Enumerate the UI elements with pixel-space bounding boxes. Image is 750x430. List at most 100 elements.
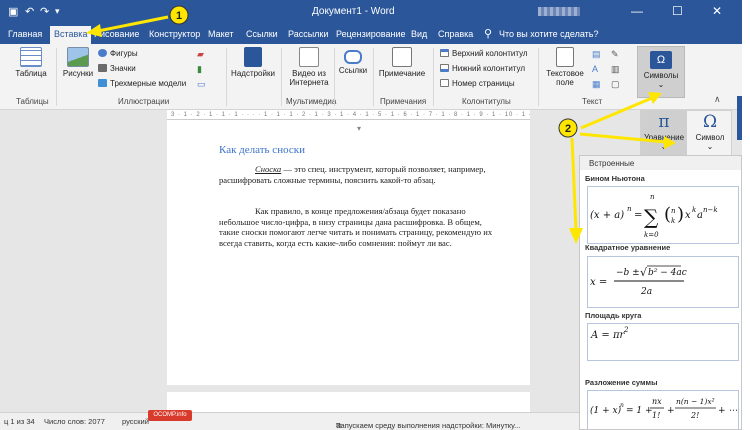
pictures-label: Рисунки xyxy=(62,69,94,78)
equation-button[interactable]: π Уравнение ⌄ xyxy=(641,111,687,155)
links-button[interactable]: Ссылки xyxy=(336,47,370,75)
svg-text:x: x xyxy=(685,210,691,221)
textbox-button[interactable]: Текстовое поле xyxy=(542,47,588,87)
online-video-label-2: Интернета xyxy=(289,78,329,87)
chart-icon[interactable]: ▮ xyxy=(197,64,202,75)
symbols-dropdown: π Уравнение ⌄ Ω Символ ⌄ xyxy=(640,110,732,156)
date-time-icon[interactable]: ▥ xyxy=(611,64,620,75)
video-icon xyxy=(299,47,319,67)
horizontal-ruler[interactable]: 3 · 1 · 2 · 1 · 1 · 1 · · · · 1 · 1 · 1 … xyxy=(167,110,530,120)
icons-button[interactable]: Значки xyxy=(98,64,136,73)
tab-help[interactable]: Справка xyxy=(438,29,473,39)
svg-text:+ ⋯: + ⋯ xyxy=(718,406,737,416)
gallery-item-label: Площадь круга xyxy=(585,311,642,320)
cursor-mark-icon: ▾ xyxy=(357,124,362,133)
annotation-marker-2: 2 xyxy=(565,123,571,135)
page-number-label: Номер страницы xyxy=(452,79,515,88)
3d-models-button[interactable]: Трехмерные модели xyxy=(98,79,186,88)
symbol-button[interactable]: Ω Символ ⌄ xyxy=(687,111,733,155)
header-label: Верхний колонтитул xyxy=(452,49,528,58)
tab-layout[interactable]: Макет xyxy=(208,29,233,39)
equation-circle-area[interactable]: A = πr 2 xyxy=(587,323,739,361)
equation-label: Уравнение xyxy=(643,133,685,142)
icons-label: Значки xyxy=(110,64,136,73)
minimize-button[interactable]: — xyxy=(631,4,643,18)
textbox-label-2: поле xyxy=(556,78,574,87)
tab-references[interactable]: Ссылки xyxy=(246,29,278,39)
side-panel-edge[interactable] xyxy=(737,96,742,140)
addins-button[interactable]: Надстройки xyxy=(230,47,276,78)
maximize-button[interactable]: ☐ xyxy=(672,4,683,18)
group-separator xyxy=(373,48,374,106)
gallery-item-label: Квадратное уравнение xyxy=(585,243,671,252)
tab-view[interactable]: Вид xyxy=(411,29,427,39)
account-name[interactable] xyxy=(538,7,580,16)
shapes-button[interactable]: Фигуры xyxy=(98,49,138,58)
group-separator xyxy=(226,48,227,106)
multimedia-group-label: Мультимедиа xyxy=(286,97,337,106)
quick-parts-icon[interactable]: ▤ xyxy=(592,49,601,60)
gallery-item-label: Разложение суммы xyxy=(585,378,658,387)
symbols-button[interactable]: Ω Символы ⌄ xyxy=(637,46,685,98)
equation-sum-expansion[interactable]: (1 + x) n = 1 + nx 1! + n(n − 1)x² 2! + … xyxy=(587,390,739,429)
svg-text:√: √ xyxy=(640,266,648,279)
status-message-text: Запускаем среду выполнения надстройки: М… xyxy=(336,421,521,430)
svg-text:nx: nx xyxy=(652,397,662,406)
svg-text:2!: 2! xyxy=(690,411,699,420)
equation-gallery: Встроенные Бином Ньютона (x + a) n = n ∑… xyxy=(579,155,742,430)
table-icon xyxy=(20,47,42,67)
smartart-icon[interactable]: ▰ xyxy=(197,49,204,60)
footer-icon xyxy=(440,64,449,72)
screenshot-icon[interactable]: ▭ xyxy=(197,79,206,90)
equation-binomial[interactable]: (x + a) n = n ∑ k=0 ( n k ) x k a n−k xyxy=(587,186,739,244)
object-icon[interactable]: ▢ xyxy=(611,79,620,90)
tab-home[interactable]: Главная xyxy=(8,29,42,39)
equation-quadratic[interactable]: x = −b ± √ b² − 4ac 2a xyxy=(587,256,739,308)
binomial-formula: (x + a) n = n ∑ k=0 ( n k ) x k a n−k xyxy=(590,193,718,239)
svg-text:A = πr: A = πr xyxy=(590,330,626,341)
tab-insert[interactable]: Вставка xyxy=(50,26,92,44)
page-number-button[interactable]: Номер страницы xyxy=(440,79,515,88)
document-page[interactable]: ▾ Как делать сноски Сноска — это спец. и… xyxy=(167,120,530,385)
customize-toolbar-icon[interactable]: ▾ xyxy=(55,6,60,17)
tab-mailings[interactable]: Рассылки xyxy=(288,29,328,39)
paragraph-1: Сноска — это спец. инструмент, который п… xyxy=(219,164,494,185)
language-indicator[interactable]: русский xyxy=(122,417,149,426)
tab-draw[interactable]: Рисование xyxy=(94,29,139,39)
svg-text:n: n xyxy=(650,193,655,201)
group-separator xyxy=(334,48,335,106)
icons-icon xyxy=(98,64,107,72)
footer-button[interactable]: Нижний колонтитул xyxy=(440,64,525,73)
tab-design[interactable]: Конструктор xyxy=(149,29,200,39)
chevron-down-icon: ⌄ xyxy=(706,142,714,151)
circle-area-formula: A = πr 2 xyxy=(590,326,629,341)
header-button[interactable]: Верхний колонтитул xyxy=(440,49,528,58)
table-button[interactable]: Таблица xyxy=(12,47,50,78)
header-icon xyxy=(440,49,449,57)
drop-cap-icon[interactable]: ▦ xyxy=(592,79,601,90)
online-video-button[interactable]: Видео из Интернета xyxy=(286,47,332,87)
comments-group-label: Примечания xyxy=(380,97,427,106)
headers-group-label: Колонтитулы xyxy=(462,97,511,106)
gallery-header: Встроенные xyxy=(580,156,741,170)
close-button[interactable]: ✕ xyxy=(712,4,722,18)
svg-text:k: k xyxy=(671,217,675,225)
collapse-ribbon-icon[interactable]: ∧ xyxy=(714,94,721,105)
wordart-icon[interactable]: A xyxy=(592,64,598,74)
word-count[interactable]: Число слов: 2077 xyxy=(44,417,105,426)
svg-text:∑: ∑ xyxy=(644,205,659,229)
redo-icon[interactable]: ↷ xyxy=(40,5,49,18)
addins-icon xyxy=(244,47,262,67)
picture-icon xyxy=(67,47,89,67)
table-label: Таблица xyxy=(15,69,47,78)
comment-label: Примечание xyxy=(378,69,426,78)
pictures-button[interactable]: Рисунки xyxy=(60,47,96,78)
signature-line-icon[interactable]: ✎ xyxy=(611,49,619,60)
shapes-label: Фигуры xyxy=(110,49,138,58)
omega-icon: Ω xyxy=(702,112,718,132)
undo-icon[interactable]: ↶ xyxy=(25,5,34,18)
comment-button[interactable]: Примечание xyxy=(376,47,428,78)
page-counter[interactable]: ц 1 из 34 xyxy=(4,417,35,426)
tab-review[interactable]: Рецензирование xyxy=(336,29,406,39)
save-icon[interactable]: ▣ xyxy=(8,5,18,18)
